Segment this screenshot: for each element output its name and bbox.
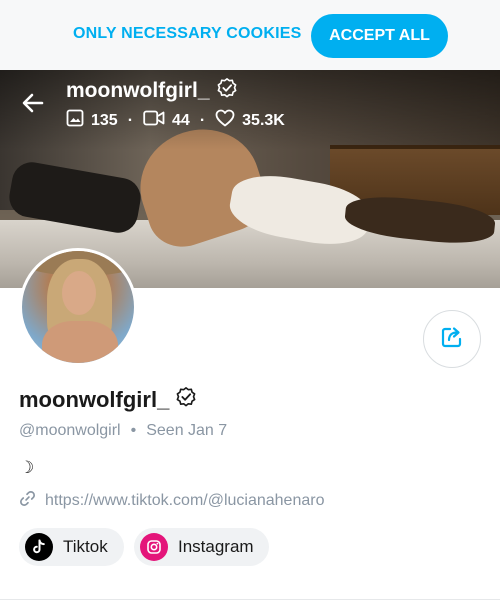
profile-name: moonwolfgirl_ [19, 386, 197, 414]
video-icon [143, 110, 165, 131]
cookie-bar: ONLY NECESSARY COOKIES ACCEPT ALL [0, 0, 500, 70]
header-username-text: moonwolfgirl_ [66, 79, 210, 102]
likes-count: 35.3K [242, 111, 285, 129]
instagram-label: Instagram [178, 537, 254, 556]
tiktok-label: Tiktok [63, 537, 108, 556]
display-name: moonwolfgirl_ [19, 387, 170, 412]
avatar[interactable] [19, 248, 137, 366]
divider [0, 599, 500, 600]
profile-handle: @moonwolgirl [19, 422, 121, 439]
back-arrow-icon[interactable] [20, 90, 46, 116]
accept-all-cookies-button[interactable]: ACCEPT ALL [311, 14, 448, 58]
photos-stat: 135 [66, 109, 118, 132]
profile-link-row[interactable]: https://www.tiktok.com/@lucianahenaro [19, 490, 324, 512]
profile-bio: ☽ [19, 458, 35, 477]
image-icon [66, 109, 84, 132]
last-seen: Seen Jan 7 [146, 422, 228, 439]
photos-count: 135 [91, 111, 118, 129]
verified-badge-icon [175, 386, 197, 414]
header-username: moonwolfgirl_ [66, 77, 238, 105]
verified-badge-icon [216, 77, 238, 105]
heart-icon [215, 109, 235, 132]
handle-line: @moonwolgirl • Seen Jan 7 [19, 422, 227, 440]
separator-dot: • [130, 422, 137, 439]
instagram-chip[interactable]: Instagram [134, 528, 269, 566]
share-icon [439, 324, 465, 355]
profile-stats: 135 · 44 · 35.3K [66, 109, 285, 132]
videos-count: 44 [172, 111, 190, 129]
link-icon [19, 490, 36, 512]
share-button[interactable] [423, 310, 481, 368]
instagram-icon [140, 533, 168, 561]
likes-stat: 35.3K [215, 109, 285, 132]
profile-link[interactable]: https://www.tiktok.com/@lucianahenaro [45, 492, 324, 510]
only-necessary-cookies-button[interactable]: ONLY NECESSARY COOKIES [73, 25, 301, 43]
tiktok-chip[interactable]: Tiktok [19, 528, 124, 566]
tiktok-icon [25, 533, 53, 561]
videos-stat: 44 [143, 110, 190, 131]
